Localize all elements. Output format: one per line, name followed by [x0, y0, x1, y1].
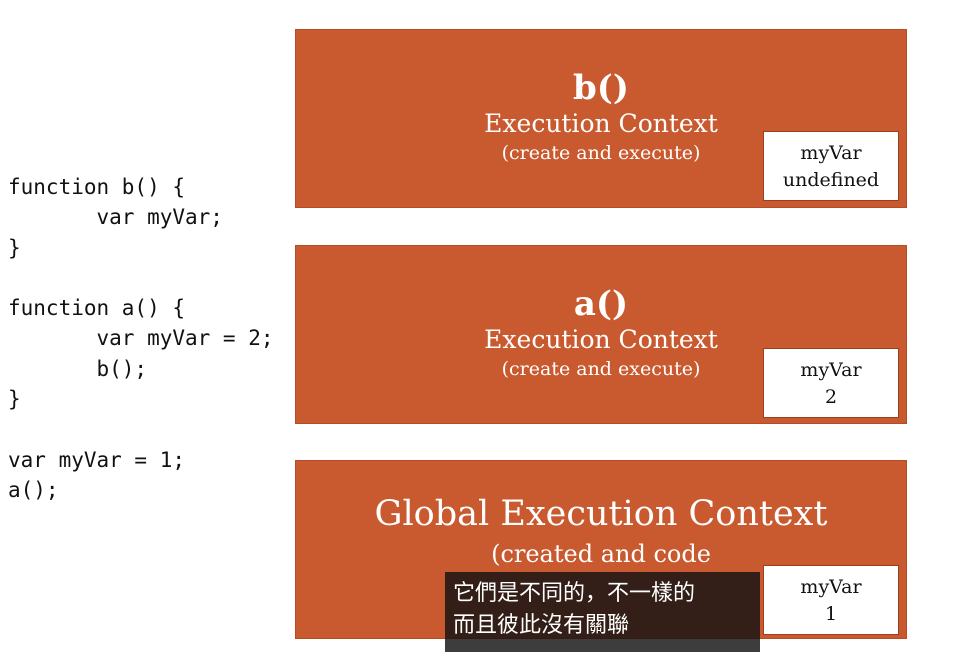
code-snippet: function b() { var myVar; } function a()… — [8, 172, 274, 505]
global-context-label: Global Execution Context — [374, 494, 828, 534]
b-variable-name: myVar — [800, 142, 862, 164]
global-variable-value: 1 — [824, 603, 838, 625]
code-line: var myVar = 1; — [8, 447, 186, 472]
global-context-title: Global Execution Context (created and co… — [296, 491, 906, 571]
video-subtitle: 它們是不同的，不一樣的 而且彼此沒有關聯 — [445, 572, 760, 652]
code-line: function b() { — [8, 175, 186, 199]
a-variable-box: myVar 2 — [763, 348, 899, 418]
code-line: var myVar; — [8, 205, 223, 230]
code-line: var myVar = 2; — [8, 326, 274, 351]
subtitle-line-1: 它們是不同的，不一樣的 — [453, 581, 696, 606]
a-context-name: a() — [573, 284, 629, 324]
a-variable-name: myVar — [800, 359, 862, 381]
a-variable-value: 2 — [824, 386, 838, 408]
b-variable-value: undefined — [782, 169, 880, 191]
code-line: } — [8, 387, 21, 412]
code-line: b(); — [8, 356, 148, 381]
b-variable-box: myVar undefined — [763, 131, 899, 201]
b-context-name: b() — [573, 68, 629, 108]
subtitle-line-2: 而且彼此沒有關聯 — [453, 613, 630, 638]
global-variable-box: myVar 1 — [763, 565, 899, 635]
code-line: function a() { — [8, 296, 186, 321]
code-line: } — [8, 235, 21, 260]
code-line: a(); — [8, 477, 59, 502]
global-variable-name: myVar — [800, 576, 862, 598]
